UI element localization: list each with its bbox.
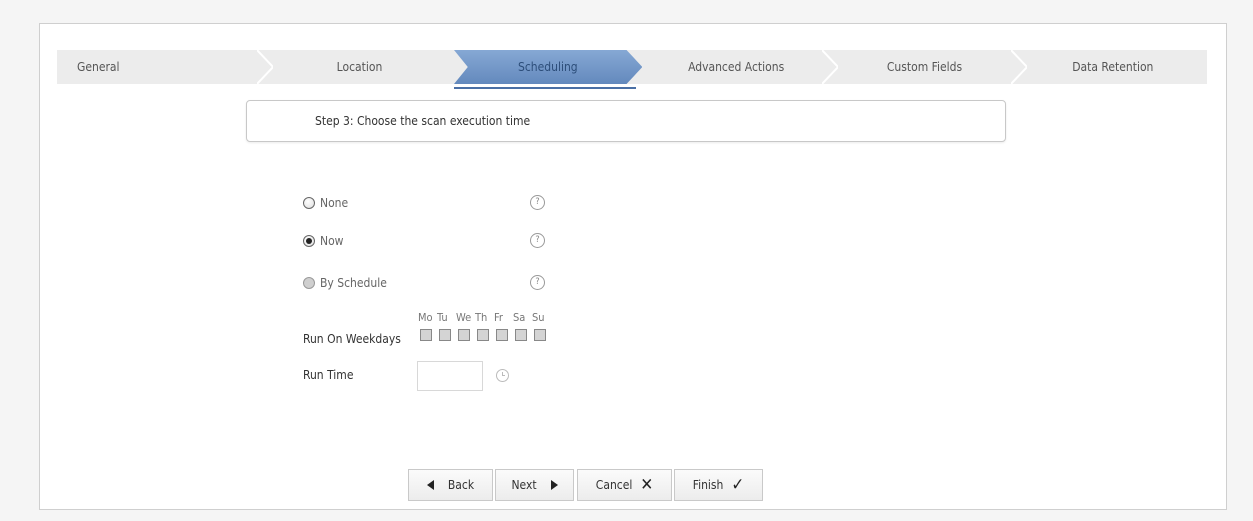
weekday-checkbox-tu[interactable] [439,329,451,341]
weekday-checkbox-th[interactable] [477,329,489,341]
step-custom-fields[interactable]: Custom Fields [830,50,1027,84]
weekday-label: Fr [494,311,503,324]
step-general[interactable]: General [57,50,274,84]
step-heading-box: Step 3: Choose the scan execution time [246,100,1006,142]
step-label: Scheduling [517,60,578,74]
weekday-label: Tu [437,311,448,324]
step-label: Custom Fields [886,60,963,74]
step-scheduling[interactable]: Scheduling [453,50,642,89]
next-button-label: Next [511,478,537,492]
step-location[interactable]: Location [265,50,453,84]
step-label: Advanced Actions [688,60,785,74]
radio-now[interactable]: Now [303,232,344,250]
weekday-labels: Mo Tu We Th Fr Sa Su [418,311,551,324]
weekday-checkbox-we[interactable] [458,329,470,341]
run-time-input[interactable] [417,361,483,391]
arrow-left-icon [426,480,434,490]
weekday-checkboxes [420,329,553,341]
step-label: Data Retention [1072,60,1154,74]
close-icon: ✕ [640,474,654,495]
run-time-label: Run Time [303,368,354,382]
step-separator [257,50,274,84]
radio-none[interactable]: None [303,194,348,212]
back-button-label: Back [447,478,475,492]
weekday-label: Th [475,311,488,324]
step-advanced-actions[interactable]: Advanced Actions [642,50,839,84]
step-label: Location [336,60,383,74]
wizard-panel: General Location Scheduling Advanced Act… [39,23,1227,510]
next-button[interactable]: Next [495,469,574,501]
radio-by-schedule[interactable]: By Schedule [303,274,387,292]
back-button[interactable]: Back [408,469,493,501]
check-icon: ✓ [731,474,745,495]
radio-button[interactable] [303,197,315,209]
radio-label: Now [320,234,344,248]
active-step-underline [453,87,636,89]
finish-button[interactable]: Finish ✓ [674,469,763,501]
weekday-label: Su [532,311,545,324]
step-separator [1010,50,1027,84]
question-icon[interactable]: ? [530,233,545,248]
radio-label: None [320,196,349,210]
clock-icon[interactable] [496,369,509,382]
cancel-button[interactable]: Cancel ✕ [577,469,672,501]
weekday-checkbox-fr[interactable] [496,329,508,341]
weekday-label: Sa [513,311,526,324]
wizard-steps-bar: General Location Scheduling Advanced Act… [57,50,1207,89]
radio-button[interactable] [303,235,315,247]
radio-button[interactable] [303,277,315,289]
step-label: General [77,60,120,74]
weekday-label: We [456,311,472,324]
step-separator [822,50,839,84]
radio-label: By Schedule [320,276,387,290]
weekday-label: Mo [418,311,433,324]
cancel-button-label: Cancel [595,478,633,492]
arrow-right-icon [550,480,558,490]
finish-button-label: Finish [692,478,724,492]
weekday-checkbox-su[interactable] [534,329,546,341]
question-icon[interactable]: ? [530,275,545,290]
step-heading: Step 3: Choose the scan execution time [315,114,531,128]
question-icon[interactable]: ? [530,195,545,210]
step-data-retention[interactable]: Data Retention [1019,50,1207,84]
run-on-weekdays-label: Run On Weekdays [303,332,401,346]
weekday-checkbox-sa[interactable] [515,329,527,341]
weekday-checkbox-mo[interactable] [420,329,432,341]
